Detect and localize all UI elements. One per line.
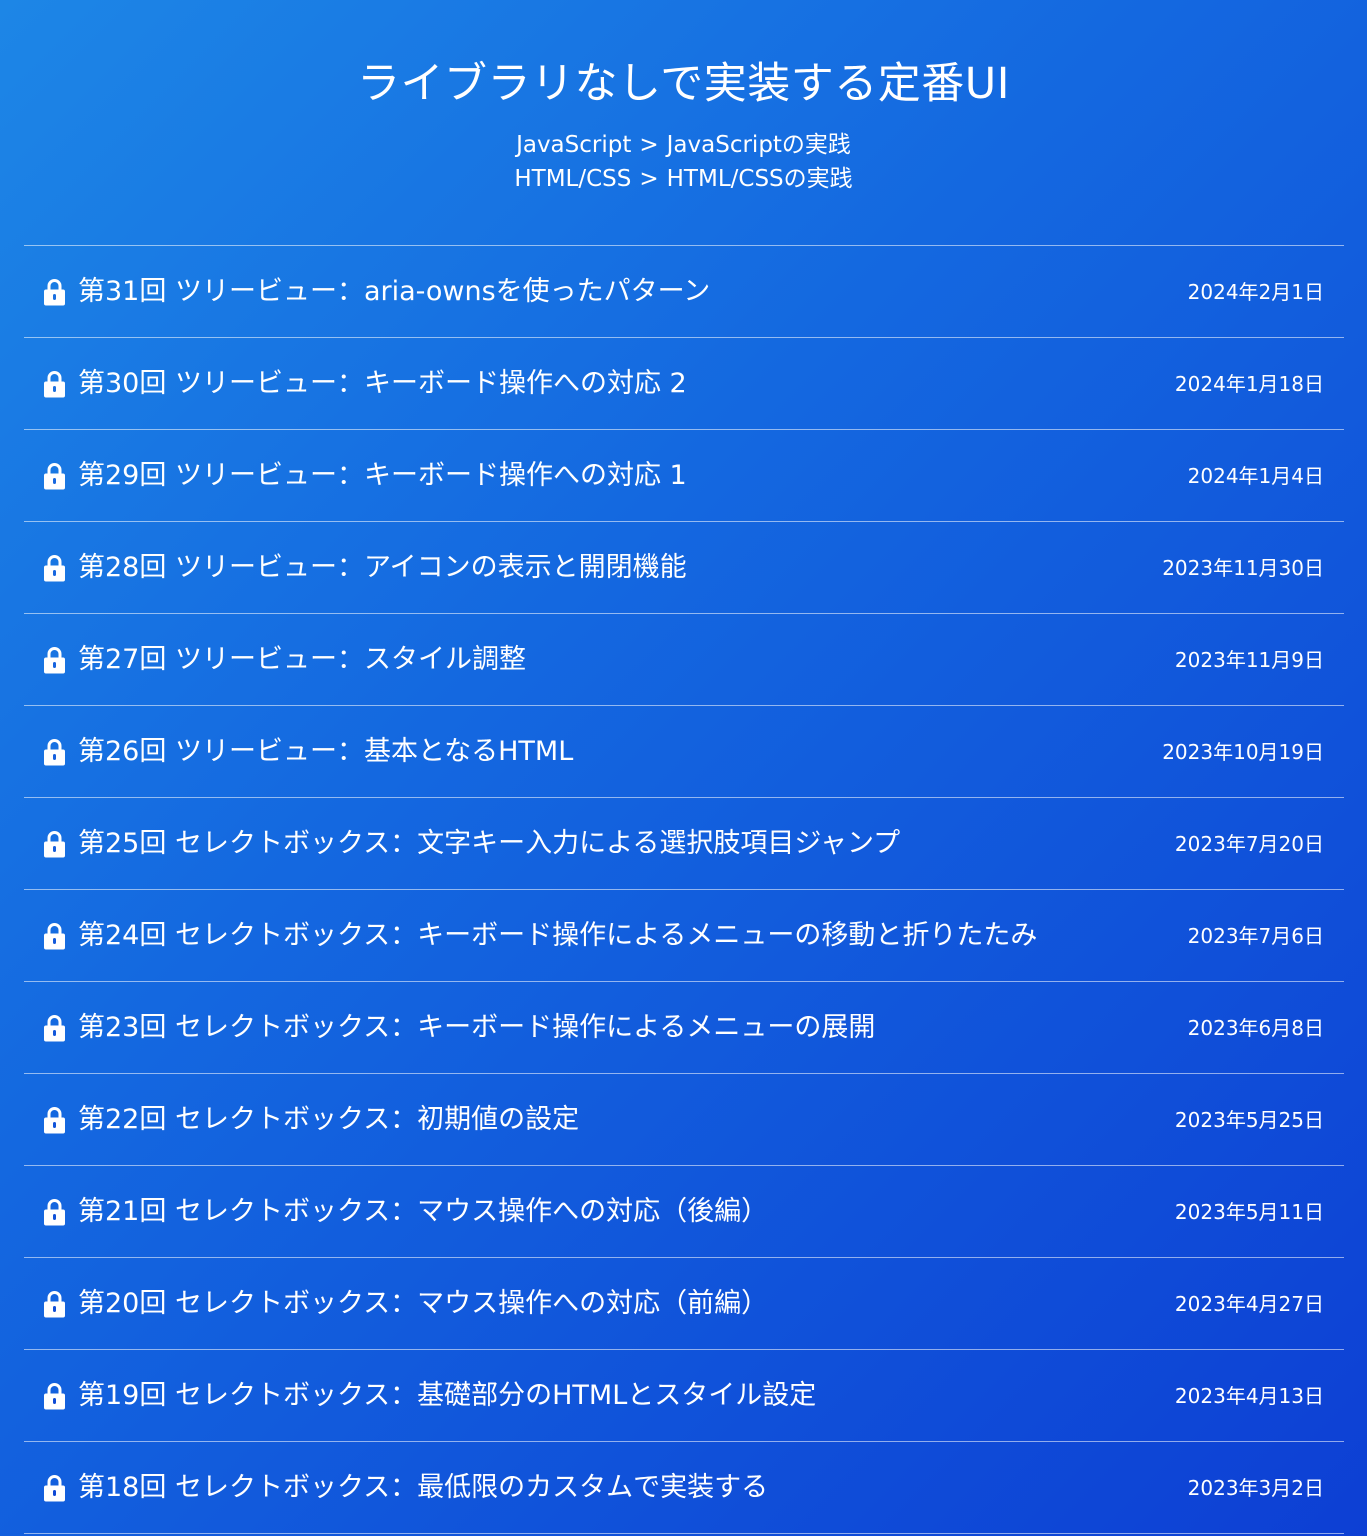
lock-icon bbox=[42, 646, 67, 674]
article-title: 第24回 セレクトボックス：キーボード操作によるメニューの移動と折りたたみ bbox=[78, 919, 1038, 951]
article-title: 第31回 ツリービュー：aria-ownsを使ったパターン bbox=[78, 275, 711, 307]
article-date: 2023年11月9日 bbox=[1174, 647, 1324, 672]
article-date: 2023年10月19日 bbox=[1162, 739, 1324, 764]
article-title: 第29回 ツリービュー：キーボード操作への対応 1 bbox=[78, 459, 687, 491]
article-title: 第25回 セレクトボックス：文字キー入力による選択肢項目ジャンプ bbox=[78, 827, 901, 859]
article-title: 第26回 ツリービュー：基本となるHTML bbox=[78, 735, 574, 767]
lock-icon bbox=[42, 1382, 67, 1410]
article-date: 2024年2月1日 bbox=[1187, 279, 1324, 304]
article-list-item[interactable]: 第28回 ツリービュー：アイコンの表示と開閉機能 2023年11月30日 bbox=[24, 522, 1344, 614]
article-title: 第30回 ツリービュー：キーボード操作への対応 2 bbox=[78, 367, 687, 399]
article-title: 第22回 セレクトボックス：初期値の設定 bbox=[78, 1103, 580, 1135]
article-title: 第27回 ツリービュー：スタイル調整 bbox=[78, 643, 526, 675]
article-title: 第20回 セレクトボックス：マウス操作への対応（前編） bbox=[78, 1287, 769, 1319]
article-date: 2023年4月27日 bbox=[1174, 1291, 1324, 1316]
breadcrumb: HTML/CSS > HTML/CSSの実践 bbox=[0, 162, 1367, 196]
article-list: 第31回 ツリービュー：aria-ownsを使ったパターン 2024年2月1日 … bbox=[24, 245, 1344, 1534]
lock-icon bbox=[42, 554, 67, 582]
article-list-item[interactable]: 第27回 ツリービュー：スタイル調整 2023年11月9日 bbox=[24, 614, 1344, 706]
article-date: 2023年4月13日 bbox=[1174, 1383, 1324, 1408]
article-list-item[interactable]: 第29回 ツリービュー：キーボード操作への対応 1 2024年1月4日 bbox=[24, 430, 1344, 522]
page-title: ライブラリなしで実装する定番UI bbox=[357, 59, 1010, 109]
breadcrumb: JavaScript > JavaScriptの実践 bbox=[0, 128, 1367, 162]
article-date: 2023年6月8日 bbox=[1187, 1015, 1324, 1040]
lock-icon bbox=[42, 922, 67, 950]
article-date: 2023年5月11日 bbox=[1174, 1199, 1324, 1224]
article-date: 2024年1月4日 bbox=[1187, 463, 1324, 488]
breadcrumb-link-javascript-practice[interactable]: JavaScriptの実践 bbox=[667, 132, 851, 158]
breadcrumb-link-javascript[interactable]: JavaScript bbox=[516, 132, 631, 158]
article-list-item[interactable]: 第24回 セレクトボックス：キーボード操作によるメニューの移動と折りたたみ 20… bbox=[24, 890, 1344, 982]
lock-icon bbox=[42, 1198, 67, 1226]
article-title: 第21回 セレクトボックス：マウス操作への対応（後編） bbox=[78, 1195, 769, 1227]
article-title: 第28回 ツリービュー：アイコンの表示と開閉機能 bbox=[78, 551, 687, 583]
article-date: 2023年7月20日 bbox=[1174, 831, 1324, 856]
lock-icon bbox=[42, 1290, 67, 1318]
lock-icon bbox=[42, 830, 67, 858]
lock-icon bbox=[42, 370, 67, 398]
article-date: 2023年11月30日 bbox=[1162, 555, 1324, 580]
lock-icon bbox=[42, 462, 67, 490]
breadcrumb-separator: > bbox=[639, 166, 659, 192]
page-header: ライブラリなしで実装する定番UI JavaScript > JavaScriptの実… bbox=[0, 0, 1367, 245]
breadcrumb-link-html-css[interactable]: HTML/CSS bbox=[514, 166, 631, 192]
article-title: 第23回 セレクトボックス：キーボード操作によるメニューの展開 bbox=[78, 1011, 876, 1043]
article-date: 2024年1月18日 bbox=[1174, 371, 1324, 396]
article-list-item[interactable]: 第31回 ツリービュー：aria-ownsを使ったパターン 2024年2月1日 bbox=[24, 246, 1344, 338]
article-date: 2023年3月2日 bbox=[1187, 1475, 1324, 1500]
article-list-item[interactable]: 第30回 ツリービュー：キーボード操作への対応 2 2024年1月18日 bbox=[24, 338, 1344, 430]
article-title: 第18回 セレクトボックス：最低限のカスタムで実装する bbox=[78, 1471, 769, 1503]
lock-icon bbox=[42, 278, 67, 306]
article-list-item[interactable]: 第19回 セレクトボックス：基礎部分のHTMLとスタイル設定 2023年4月13… bbox=[24, 1350, 1344, 1442]
breadcrumb-separator: > bbox=[639, 132, 659, 158]
lock-icon bbox=[42, 738, 67, 766]
article-date: 2023年7月6日 bbox=[1187, 923, 1324, 948]
breadcrumbs: JavaScript > JavaScriptの実践 HTML/CSS > HTML/C… bbox=[0, 128, 1367, 196]
article-list-item[interactable]: 第21回 セレクトボックス：マウス操作への対応（後編） 2023年5月11日 bbox=[24, 1166, 1344, 1258]
article-title: 第19回 セレクトボックス：基礎部分のHTMLとスタイル設定 bbox=[78, 1379, 817, 1411]
article-list-item[interactable]: 第25回 セレクトボックス：文字キー入力による選択肢項目ジャンプ 2023年7月… bbox=[24, 798, 1344, 890]
lock-icon bbox=[42, 1014, 67, 1042]
article-list-item[interactable]: 第18回 セレクトボックス：最低限のカスタムで実装する 2023年3月2日 bbox=[24, 1442, 1344, 1534]
article-list-item[interactable]: 第22回 セレクトボックス：初期値の設定 2023年5月25日 bbox=[24, 1074, 1344, 1166]
breadcrumb-link-html-css-practice[interactable]: HTML/CSSの実践 bbox=[667, 166, 853, 192]
article-date: 2023年5月25日 bbox=[1174, 1107, 1324, 1132]
lock-icon bbox=[42, 1106, 67, 1134]
lock-icon bbox=[42, 1474, 67, 1502]
article-list-item[interactable]: 第26回 ツリービュー：基本となるHTML 2023年10月19日 bbox=[24, 706, 1344, 798]
article-list-item[interactable]: 第23回 セレクトボックス：キーボード操作によるメニューの展開 2023年6月8… bbox=[24, 982, 1344, 1074]
article-list-item[interactable]: 第20回 セレクトボックス：マウス操作への対応（前編） 2023年4月27日 bbox=[24, 1258, 1344, 1350]
